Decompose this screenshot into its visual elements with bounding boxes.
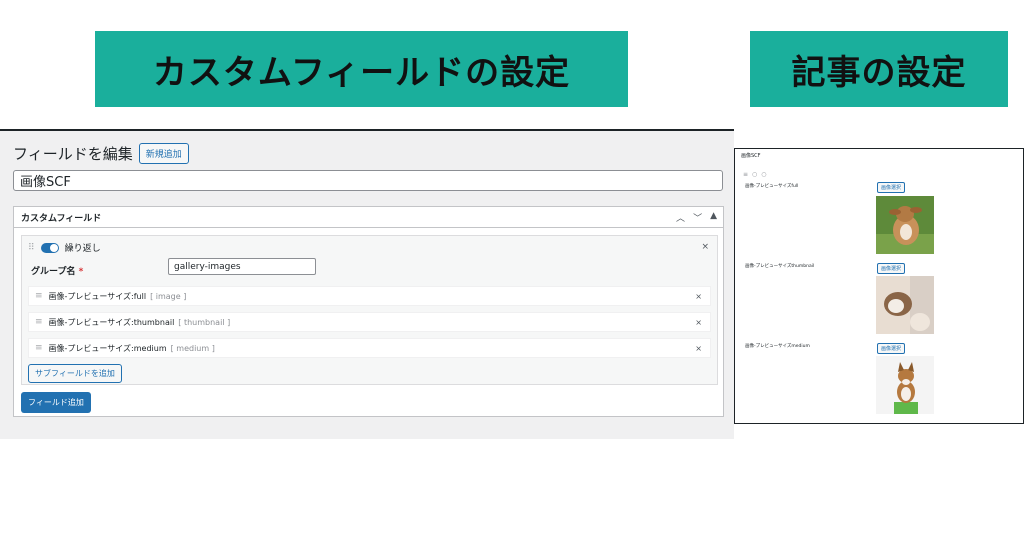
editor-header: フィールドを編集 新規追加 bbox=[13, 143, 189, 164]
circle-icon[interactable]: ○ bbox=[761, 171, 766, 178]
add-field-button[interactable]: フィールド追加 bbox=[21, 392, 91, 413]
post-preview-panel: 画像SCF ≡ ○ ○ 画像-プレビューサイズfull 画像選択 画像-プレビュ… bbox=[734, 148, 1024, 424]
preview-controls: ≡ ○ ○ bbox=[743, 171, 767, 178]
repeat-label: 繰り返し bbox=[64, 244, 101, 254]
repeat-toggle[interactable] bbox=[40, 242, 59, 253]
preview-field-label: 画像-プレビューサイズthumbnail bbox=[745, 264, 815, 269]
subfield-type: [ image ] bbox=[150, 291, 187, 301]
drag-handle-icon[interactable]: ⠿ bbox=[28, 243, 35, 253]
collapse-triangle-icon[interactable]: ▲ bbox=[710, 211, 717, 224]
field-editor-panel: フィールドを編集 新規追加 画像SCF カスタムフィールド ︿ ﹀ ▲ ⠿ 繰り… bbox=[0, 129, 734, 439]
metabox-controls: ︿ ﹀ ▲ bbox=[676, 211, 717, 224]
group-name-input[interactable]: gallery-images bbox=[168, 258, 316, 275]
drag-handle-icon[interactable]: ≡ bbox=[35, 291, 43, 301]
repeat-toggle-row: ⠿ 繰り返し bbox=[28, 241, 101, 254]
dog-photo-thumbnail bbox=[876, 276, 934, 334]
close-icon[interactable]: × bbox=[695, 292, 702, 301]
title-input[interactable]: 画像SCF bbox=[13, 170, 723, 191]
banner-post-settings: 記事の設定 bbox=[750, 31, 1008, 107]
subfield-type: [ medium ] bbox=[170, 343, 215, 353]
subfield-row[interactable]: ≡ 画像-プレビューサイズ:full [ image ] × bbox=[28, 286, 711, 306]
image-select-button[interactable]: 画像選択 bbox=[877, 343, 906, 354]
image-select-button[interactable]: 画像選択 bbox=[877, 263, 906, 274]
subfield-row[interactable]: ≡ 画像-プレビューサイズ:medium [ medium ] × bbox=[28, 338, 711, 358]
subfield-row[interactable]: ≡ 画像-プレビューサイズ:thumbnail [ thumbnail ] × bbox=[28, 312, 711, 332]
custom-field-metabox: カスタムフィールド ︿ ﹀ ▲ ⠿ 繰り返し × グループ名 * gallery… bbox=[13, 206, 724, 417]
repeat-group: ⠿ 繰り返し × グループ名 * gallery-images ≡ 画像-プレビ… bbox=[21, 235, 718, 385]
subfield-label: 画像-プレビューサイズ:full bbox=[48, 291, 147, 301]
metabox-header: カスタムフィールド ︿ ﹀ ▲ bbox=[14, 207, 723, 228]
banner-custom-field-settings: カスタムフィールドの設定 bbox=[95, 31, 628, 107]
close-icon[interactable]: × bbox=[695, 318, 702, 327]
metabox-title: カスタムフィールド bbox=[21, 213, 102, 224]
add-subfield-button[interactable]: サブフィールドを追加 bbox=[28, 364, 122, 383]
add-new-button[interactable]: 新規追加 bbox=[138, 143, 189, 164]
drag-handle-icon[interactable]: ≡ bbox=[35, 343, 43, 353]
page-title: フィールドを編集 bbox=[13, 145, 133, 163]
preview-field-label: 画像-プレビューサイズmedium bbox=[745, 344, 810, 349]
subfield-type: [ thumbnail ] bbox=[178, 317, 231, 327]
close-icon[interactable]: × bbox=[701, 242, 709, 252]
preview-field-label: 画像-プレビューサイズfull bbox=[745, 184, 799, 189]
dog-photo-full bbox=[876, 196, 934, 254]
dog-photo-medium bbox=[876, 356, 934, 414]
drag-handle-icon[interactable]: ≡ bbox=[743, 171, 748, 178]
chevron-up-icon[interactable]: ︿ bbox=[676, 211, 685, 224]
preview-title: 画像SCF bbox=[741, 153, 761, 159]
close-icon[interactable]: × bbox=[695, 344, 702, 353]
subfield-label: 画像-プレビューサイズ:medium bbox=[48, 343, 167, 353]
subfield-label: 画像-プレビューサイズ:thumbnail bbox=[48, 317, 175, 327]
required-mark: * bbox=[78, 267, 84, 277]
group-name-text: グループ名 bbox=[31, 267, 76, 277]
circle-icon[interactable]: ○ bbox=[752, 171, 757, 178]
image-select-button[interactable]: 画像選択 bbox=[877, 182, 906, 193]
chevron-down-icon[interactable]: ﹀ bbox=[693, 211, 702, 224]
drag-handle-icon[interactable]: ≡ bbox=[35, 317, 43, 327]
group-name-label: グループ名 * bbox=[31, 264, 83, 277]
